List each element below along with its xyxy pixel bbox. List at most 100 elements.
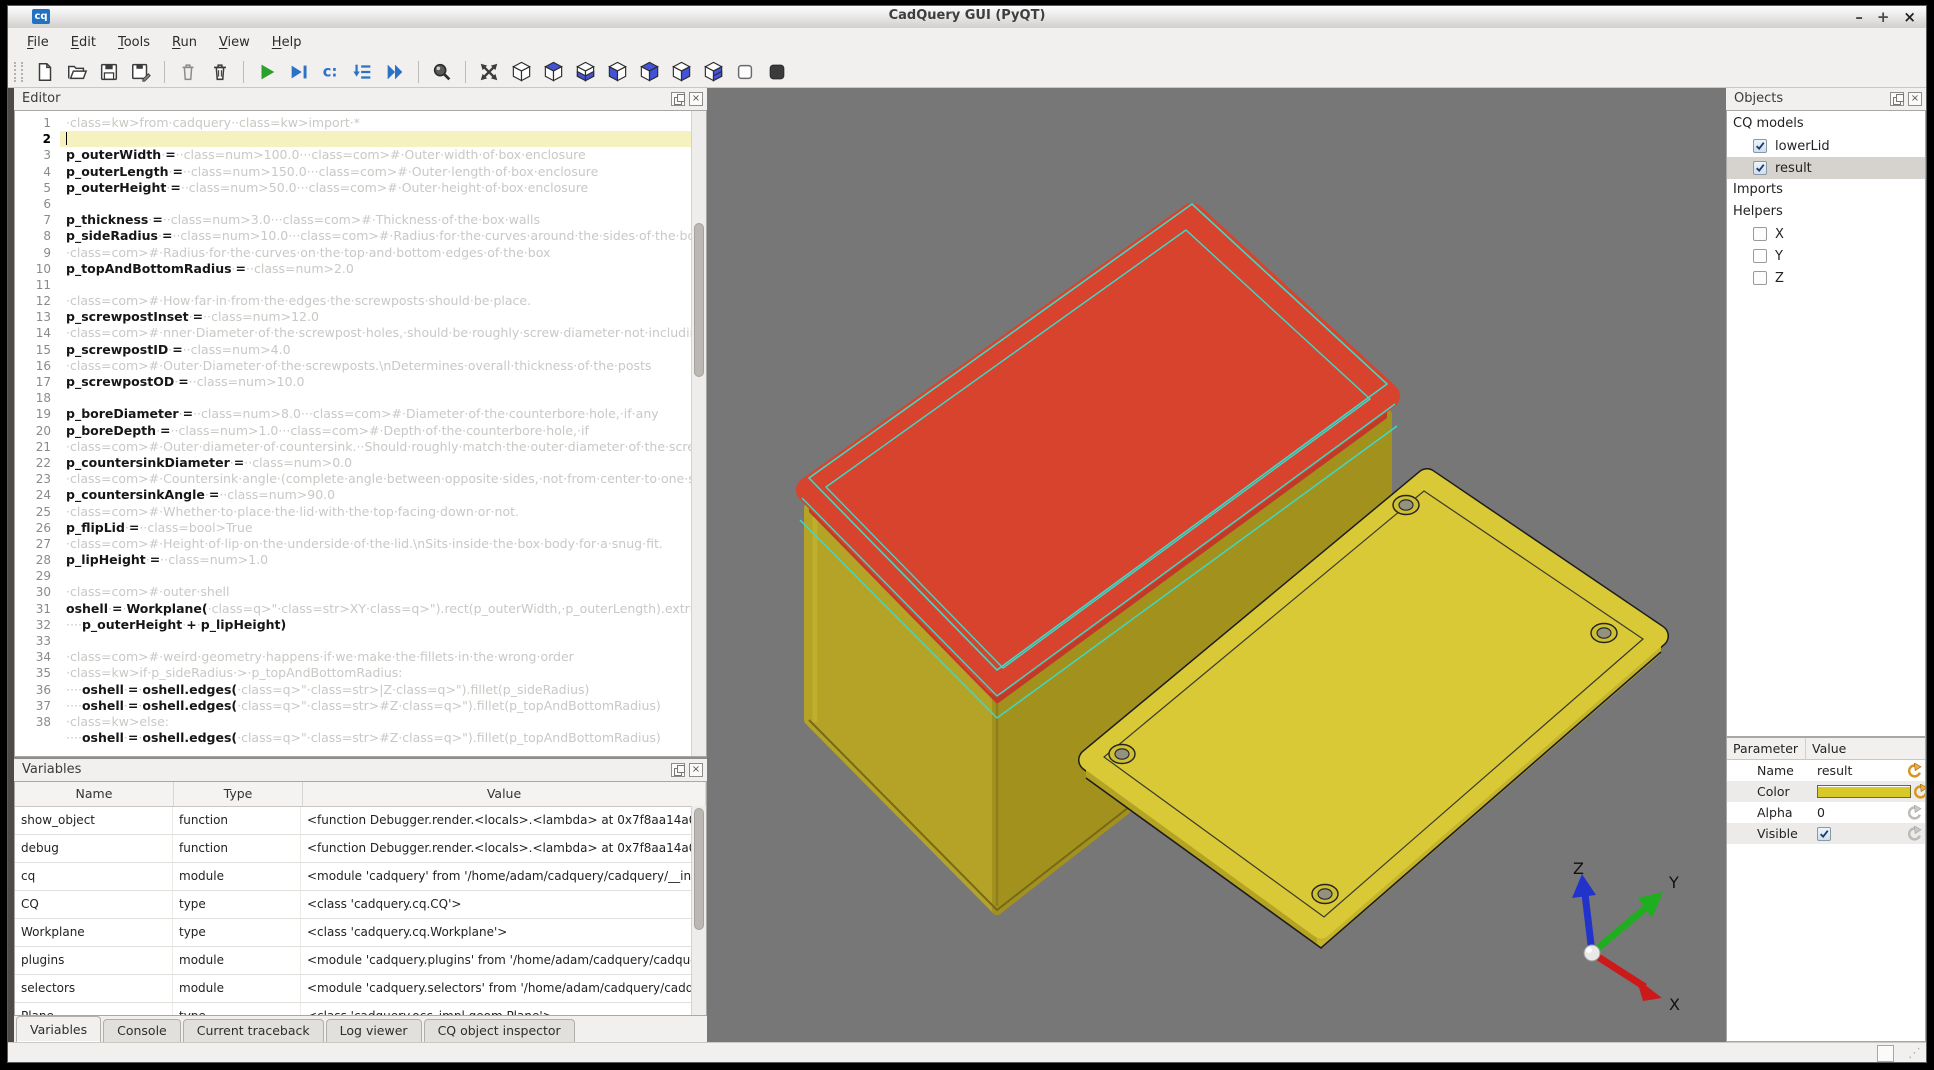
code-line: 13p_screwpostInset·=··class=num>12.0 xyxy=(15,309,692,325)
objects-float-button[interactable] xyxy=(1890,92,1904,106)
parameter-row-alpha[interactable]: Alpha0 xyxy=(1727,802,1925,823)
view-bottom-button[interactable] xyxy=(572,59,598,85)
variable-row[interactable]: debugfunction<function Debugger.render.<… xyxy=(15,835,706,863)
toggle-shaded-button[interactable] xyxy=(764,59,790,85)
code-line: 30·class=com>#·outer·shell xyxy=(15,584,692,600)
toolbar-separator xyxy=(418,61,419,83)
code-line: 25·class=com>#·Whether·to·place·the·lid·… xyxy=(15,504,692,520)
code-line: 16·class=com>#·Outer·Diameter·of·the·scr… xyxy=(15,358,692,374)
menu-edit[interactable]: Edit xyxy=(60,31,107,54)
menu-help[interactable]: Help xyxy=(261,31,313,54)
menu-view[interactable]: View xyxy=(208,31,261,54)
variable-row[interactable]: cqmodule<module 'cadquery' from '/home/a… xyxy=(15,863,706,891)
variables-close-button[interactable]: × xyxy=(689,763,703,777)
step-into-button[interactable] xyxy=(350,59,376,85)
variable-cell: function xyxy=(173,835,301,862)
editor-close-button[interactable]: × xyxy=(689,92,703,106)
screw-hole xyxy=(1312,885,1338,904)
revert-icon[interactable] xyxy=(1911,784,1926,799)
continue-button[interactable] xyxy=(382,59,408,85)
visible-checkbox[interactable] xyxy=(1817,827,1831,841)
trash-button[interactable] xyxy=(207,59,233,85)
code-line: 17p_screwpostOD·=··class=num>10.0 xyxy=(15,374,692,390)
tree-item-y[interactable]: Y xyxy=(1727,245,1925,267)
code-line: 26p_flipLid·=··class=bool>True xyxy=(15,520,692,536)
variable-cell: module xyxy=(173,947,301,974)
tab-console[interactable]: Console xyxy=(103,1019,181,1042)
editor-float-button[interactable] xyxy=(671,92,685,106)
menu-file[interactable]: File xyxy=(16,31,60,54)
z-checkbox[interactable] xyxy=(1753,271,1767,285)
editor-scrollbar[interactable] xyxy=(691,111,706,756)
view-right-button[interactable] xyxy=(700,59,726,85)
parameter-row-color[interactable]: Color xyxy=(1727,781,1925,802)
new-file-button[interactable] xyxy=(32,59,58,85)
objects-close-button[interactable]: × xyxy=(1908,92,1922,106)
fit-all-button[interactable] xyxy=(476,59,502,85)
parameter-value-alpha[interactable]: 0 xyxy=(1817,805,1905,820)
status-widget[interactable] xyxy=(1877,1045,1894,1062)
resize-grip-icon[interactable]: ⋰ xyxy=(1908,1046,1920,1061)
tab-log-viewer[interactable]: Log viewer xyxy=(326,1019,422,1042)
tab-cq-object-inspector[interactable]: CQ object inspector xyxy=(424,1019,575,1042)
column-header-value[interactable]: Value xyxy=(303,782,706,806)
variable-row[interactable]: Planetype<class 'cadquery.occ_impl.geom.… xyxy=(15,1003,706,1016)
delete-item-button[interactable] xyxy=(175,59,201,85)
x-checkbox[interactable] xyxy=(1753,227,1767,241)
view-left-button[interactable] xyxy=(668,59,694,85)
toggle-wireframe-button[interactable] xyxy=(732,59,758,85)
zoom-fit-button[interactable] xyxy=(429,59,455,85)
save-as-button[interactable] xyxy=(128,59,154,85)
variable-row[interactable]: Workplanetype<class 'cadquery.cq.Workpla… xyxy=(15,919,706,947)
variables-float-button[interactable] xyxy=(671,763,685,777)
tree-item-result[interactable]: result xyxy=(1727,157,1925,179)
view-back-button[interactable] xyxy=(636,59,662,85)
column-header-name[interactable]: Name xyxy=(15,782,174,806)
toolbar-handle[interactable] xyxy=(14,62,23,82)
tree-item-label: result xyxy=(1775,161,1812,176)
result-checkbox[interactable] xyxy=(1753,161,1767,175)
minimize-button[interactable]: – xyxy=(1855,7,1863,27)
run-button[interactable] xyxy=(254,59,280,85)
parameter-row-visible[interactable]: Visible xyxy=(1727,823,1925,844)
debug-step-button[interactable]: c: xyxy=(318,59,344,85)
viewport-3d[interactable]: Z Y X xyxy=(707,88,1726,1042)
tree-group-cq-models[interactable]: CQ models xyxy=(1727,113,1925,135)
tree-item-x[interactable]: X xyxy=(1727,223,1925,245)
parameter-value-name[interactable]: result xyxy=(1817,763,1905,778)
variable-row[interactable]: show_objectfunction<function Debugger.re… xyxy=(15,807,706,835)
tree-item-lowerlid[interactable]: lowerLid xyxy=(1727,135,1925,157)
maximize-button[interactable]: + xyxy=(1877,7,1890,27)
variable-cell: <class 'cadquery.cq.Workplane'> xyxy=(301,919,706,946)
variable-row[interactable]: CQtype<class 'cadquery.cq.CQ'> xyxy=(15,891,706,919)
variables-scrollbar-thumb[interactable] xyxy=(694,808,704,930)
tree-item-z[interactable]: Z xyxy=(1727,267,1925,289)
tree-group-helpers[interactable]: Helpers xyxy=(1727,201,1925,223)
tab-variables[interactable]: Variables xyxy=(16,1016,101,1042)
title-bar: cq CadQuery GUI (PyQT) – + × xyxy=(8,6,1926,29)
tree-group-imports[interactable]: Imports xyxy=(1727,179,1925,201)
save-button[interactable] xyxy=(96,59,122,85)
view-front-button[interactable] xyxy=(604,59,630,85)
editor-scrollbar-thumb[interactable] xyxy=(694,223,704,377)
lowerlid-checkbox[interactable] xyxy=(1753,139,1767,153)
tab-current-traceback[interactable]: Current traceback xyxy=(183,1019,324,1042)
code-editor[interactable]: 1·class=kw>from·cadquery··class=kw>impor… xyxy=(14,110,707,757)
view-iso-button[interactable] xyxy=(508,59,534,85)
variables-scrollbar[interactable] xyxy=(691,806,706,1015)
menu-tools[interactable]: Tools xyxy=(107,31,161,54)
open-file-button[interactable] xyxy=(64,59,90,85)
color-swatch[interactable] xyxy=(1817,785,1911,798)
close-button[interactable]: × xyxy=(1903,7,1916,27)
revert-icon xyxy=(1905,805,1922,820)
y-checkbox[interactable] xyxy=(1753,249,1767,263)
variable-row[interactable]: pluginsmodule<module 'cadquery.plugins' … xyxy=(15,947,706,975)
menu-run[interactable]: Run xyxy=(161,31,208,54)
code-line: 8p_sideRadius·=··class=num>10.0···class=… xyxy=(15,228,692,244)
run-to-line-button[interactable] xyxy=(286,59,312,85)
variable-row[interactable]: selectorsmodule<module 'cadquery.selecto… xyxy=(15,975,706,1003)
column-header-type[interactable]: Type xyxy=(174,782,303,806)
revert-icon[interactable] xyxy=(1905,763,1922,778)
parameter-row-name[interactable]: Nameresult xyxy=(1727,760,1925,781)
view-top-button[interactable] xyxy=(540,59,566,85)
